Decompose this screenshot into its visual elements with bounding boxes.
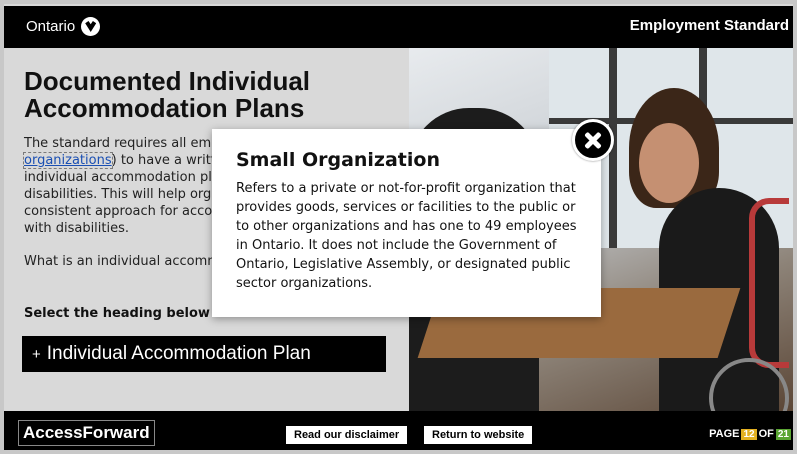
trillium-icon: [81, 17, 101, 36]
definition-popup: Small Organization Refers to a private o…: [212, 129, 601, 317]
module-title: Employment Standard: [629, 17, 789, 34]
footer-bar: AccessForward Read our disclaimer Return…: [4, 411, 793, 450]
paragraph-text: The standard requires all em: [24, 136, 212, 151]
return-to-website-button[interactable]: Return to website: [424, 426, 533, 444]
page-total: 21: [775, 428, 791, 440]
close-icon[interactable]: [572, 119, 614, 161]
accordion-individual-accommodation-plan[interactable]: + Individual Accommodation Plan: [22, 336, 386, 372]
paragraph-text: with disabilities.: [24, 221, 130, 236]
page-of-label: OF: [758, 428, 774, 440]
accordion-label: Individual Accommodation Plan: [46, 343, 311, 364]
popup-body: Refers to a private or not-for-profit or…: [236, 181, 577, 291]
paragraph-text: ) to have a writt: [111, 153, 216, 168]
page-indicator: PAGE 12 OF 21: [709, 428, 791, 440]
page-label: PAGE: [709, 428, 740, 440]
ontario-wordmark: Ontario: [26, 18, 76, 35]
wheelchair: [749, 198, 789, 368]
popup-title: Small Organization: [236, 149, 440, 171]
organizations-link[interactable]: organizations: [23, 152, 113, 169]
disclaimer-button[interactable]: Read our disclaimer: [286, 426, 408, 444]
accessforward-logo[interactable]: AccessForward: [18, 420, 155, 446]
expand-plus-icon: +: [32, 345, 41, 363]
page-title: Documented Individual Accommodation Plan…: [24, 66, 311, 123]
top-bar: Ontario Employment Standard: [4, 6, 793, 48]
person-face: [639, 123, 699, 203]
ontario-logo[interactable]: Ontario: [26, 17, 101, 36]
paragraph-text: individual accommodation pl: [24, 170, 212, 185]
paragraph-text: consistent approach for acco: [24, 204, 213, 219]
page-current: 12: [741, 428, 757, 440]
paragraph-text: disabilities. This will help org: [24, 187, 212, 202]
